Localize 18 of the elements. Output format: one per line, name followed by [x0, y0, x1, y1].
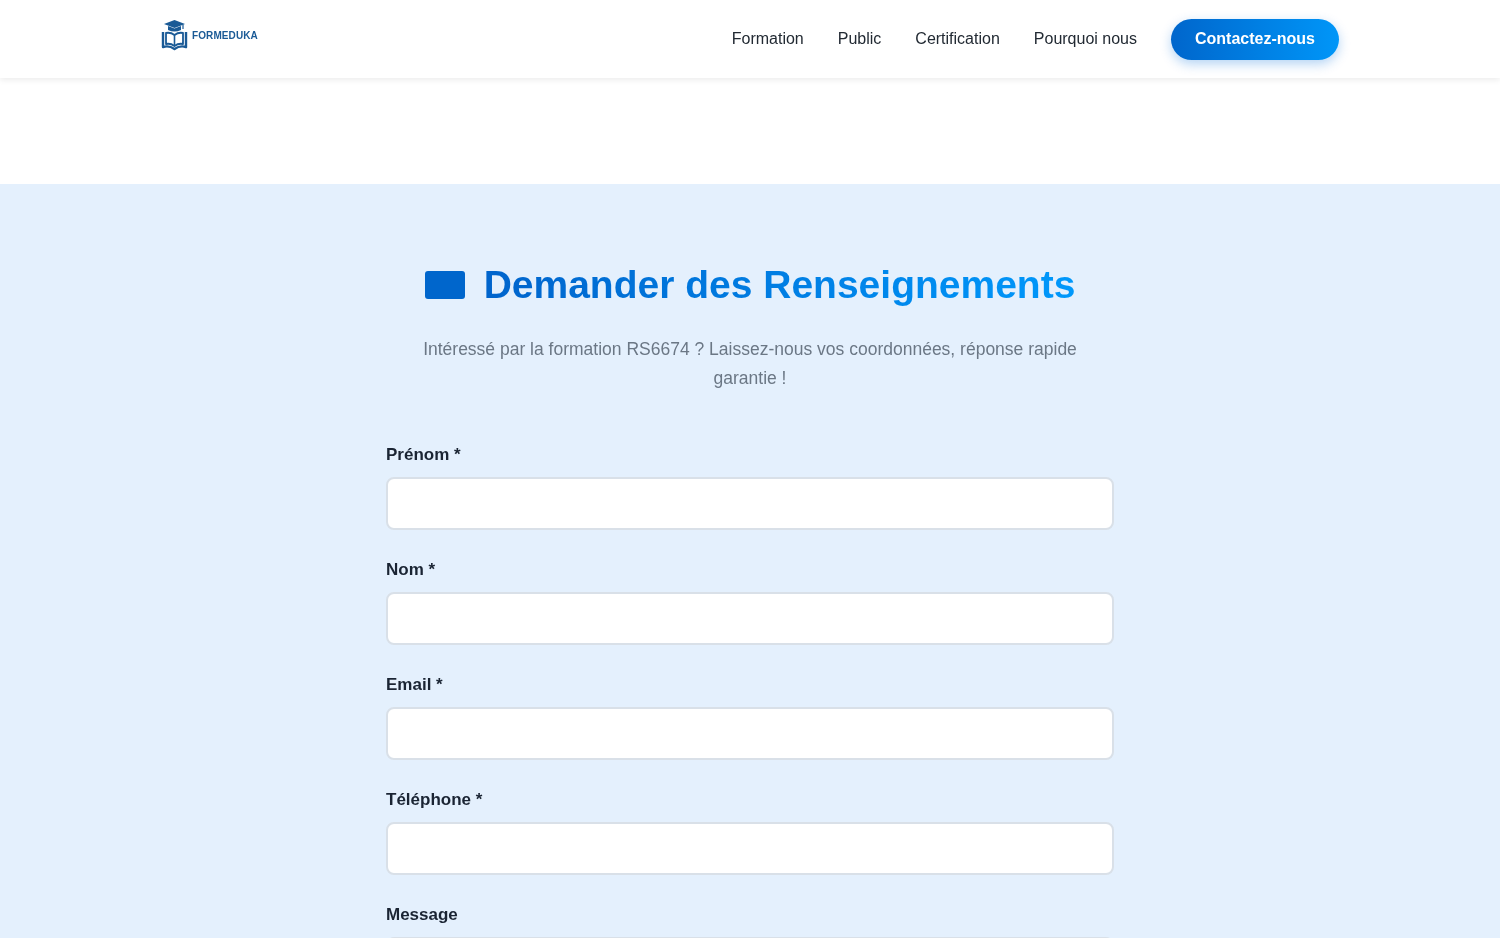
input-field[interactable]	[386, 822, 1114, 875]
field-label: Email *	[386, 675, 443, 695]
input-field[interactable]	[386, 477, 1114, 530]
section-subtitle: Intéressé par la formation RS6674 ? Laissez-nous vos coordonnées, réponse rapide garantie !	[422, 338, 1078, 390]
field-label: Nom *	[386, 560, 436, 580]
field-label: Téléphone *	[386, 790, 483, 810]
cap-and-book-logo-icon[interactable]	[161, 19, 188, 51]
nav-link[interactable]: Pourquoi nous	[1033, 30, 1137, 48]
field-label: Message	[386, 905, 458, 925]
input-field[interactable]	[386, 592, 1114, 645]
input-field[interactable]	[386, 707, 1114, 760]
nav-link[interactable]: Certification	[915, 30, 1000, 48]
rectangle-icon	[424, 271, 465, 299]
contact-button[interactable]: Contactez-nous	[1171, 18, 1339, 60]
field-label: Prénom *	[386, 445, 461, 465]
nav-link[interactable]: Formation	[731, 30, 804, 48]
brand-name[interactable]: FORMEDUKA	[192, 29, 258, 41]
nav-link[interactable]: Public	[837, 30, 882, 48]
